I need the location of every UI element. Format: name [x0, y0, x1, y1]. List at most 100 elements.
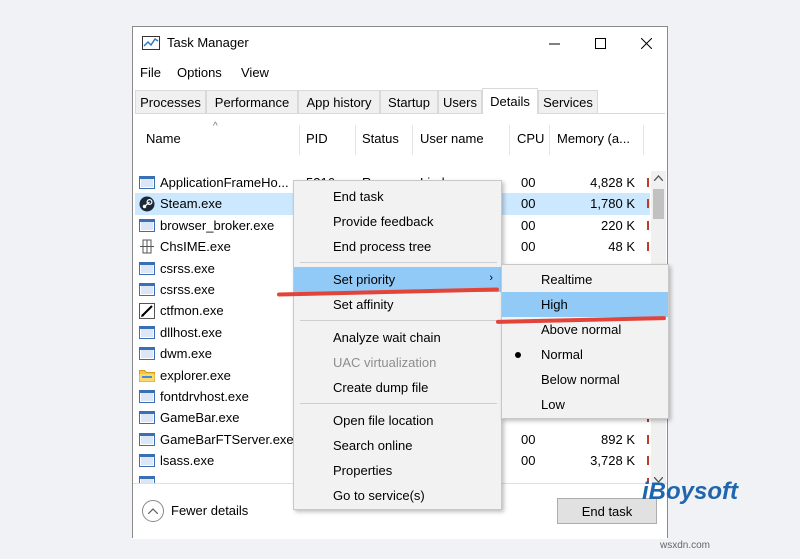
cell-name: ApplicationFrameHo... [160, 175, 289, 190]
cell-name: ctfmon.exe [160, 303, 224, 319]
window-title: Task Manager [167, 35, 249, 50]
menu-separator [300, 320, 497, 321]
cell-name: dwm.exe [160, 346, 213, 362]
menu-options[interactable]: Options [177, 65, 222, 80]
tab-services[interactable]: Services [538, 90, 598, 113]
folder-icon [139, 368, 155, 383]
col-status[interactable]: Status [362, 131, 399, 146]
scroll-up-icon[interactable] [654, 175, 663, 181]
tab-bar: Processes Performance App history Startu… [135, 88, 665, 114]
close-button[interactable] [623, 27, 669, 59]
menu-create-dump-file[interactable]: Create dump file [294, 375, 501, 400]
priority-below-normal[interactable]: Below normal [502, 367, 668, 392]
cell-cpu: 00 [521, 217, 536, 233]
priority-realtime[interactable]: Realtime [502, 267, 668, 292]
steam-icon [139, 196, 155, 212]
fewer-details-button[interactable] [142, 500, 164, 522]
menu-separator [300, 403, 497, 404]
cell-memory: 220 K [601, 217, 635, 233]
close-icon [640, 37, 652, 49]
cell-cpu: 00 [521, 453, 536, 469]
priority-high[interactable]: High [502, 292, 668, 317]
vertical-scroll-thumb[interactable] [653, 189, 664, 219]
menu-provide-feedback[interactable]: Provide feedback [294, 209, 501, 234]
menu-item-label: Properties [333, 463, 393, 478]
overflow-column-marker [647, 199, 649, 209]
cell-name: explorer.exe [160, 367, 231, 383]
priority-low[interactable]: Low [502, 392, 668, 417]
app-icon [139, 282, 155, 297]
menu-item-label: Search online [333, 438, 413, 453]
menu-go-to-services[interactable]: Go to service(s) [294, 483, 501, 508]
menu-open-file-location[interactable]: Open file location [294, 408, 501, 433]
menu-item-label: Below normal [541, 372, 620, 387]
tab-processes[interactable]: Processes [135, 90, 206, 113]
app-icon [139, 218, 155, 233]
cell-cpu: 00 [521, 196, 536, 212]
col-cpu[interactable]: CPU [517, 131, 544, 146]
tab-startup[interactable]: Startup [380, 90, 438, 113]
priority-normal[interactable]: Normal [502, 342, 668, 367]
overflow-column-marker [647, 434, 649, 444]
app-icon [139, 453, 155, 468]
menu-file[interactable]: File [140, 65, 161, 80]
menu-search-online[interactable]: Search online [294, 433, 501, 458]
minimize-button[interactable] [531, 27, 577, 59]
menu-item-label: Open file location [333, 413, 434, 428]
menu-analyze-wait-chain[interactable]: Analyze wait chain [294, 325, 501, 350]
radio-selected-icon [515, 352, 521, 358]
cell-name: csrss.exe [160, 260, 215, 276]
task-manager-icon [142, 36, 160, 50]
tab-details[interactable]: Details [482, 88, 538, 114]
ctfmon-icon [139, 303, 155, 320]
menu-uac-virtualization: UAC virtualization [294, 350, 501, 375]
menu-properties[interactable]: Properties [294, 458, 501, 483]
app-icon [139, 410, 155, 425]
overflow-column-marker [647, 178, 649, 187]
app-icon [139, 389, 155, 404]
menu-bar: File Options View [133, 62, 667, 84]
menu-item-label: Above normal [541, 322, 622, 337]
cell-name: fontdrvhost.exe [160, 389, 249, 404]
menu-item-label: End task [333, 189, 384, 204]
minimize-icon [548, 43, 560, 44]
tab-users[interactable]: Users [438, 90, 482, 113]
ime-icon [139, 239, 155, 254]
watermark: wsxdn.com [660, 540, 711, 551]
chevron-up-icon [148, 508, 158, 514]
cell-name: browser_broker.exe [160, 217, 275, 233]
chevron-right-icon: › [489, 272, 493, 284]
cell-memory: 892 K [601, 431, 635, 447]
col-memory[interactable]: Memory (a... [557, 131, 641, 146]
cell-cpu: 00 [521, 239, 536, 255]
tab-performance[interactable]: Performance [206, 90, 298, 113]
cell-memory: 3,728 K [590, 453, 635, 469]
cell-name: GameBar.exe [160, 410, 240, 426]
menu-view[interactable]: View [241, 65, 269, 80]
maximize-button[interactable] [577, 27, 623, 59]
menu-item-label: Provide feedback [333, 214, 434, 229]
cell-name: lsass.exe [160, 453, 215, 469]
cell-name: ChsIME.exe [160, 239, 231, 255]
cell-name: dllhost.exe [160, 324, 223, 340]
col-user-name[interactable]: User name [420, 131, 484, 146]
menu-set-affinity[interactable]: Set affinity [294, 292, 501, 317]
overflow-column-marker [647, 242, 649, 252]
iboysoft-logo: iBoysoft [642, 478, 738, 505]
menu-item-label: Low [541, 397, 565, 412]
cell-cpu: 00 [521, 175, 536, 190]
cell-memory: 48 K [608, 239, 635, 255]
menu-item-label: Set affinity [333, 297, 394, 312]
app-icon [139, 175, 155, 190]
menu-item-label: UAC virtualization [333, 355, 437, 370]
menu-item-label: High [541, 297, 568, 312]
tab-app-history[interactable]: App history [298, 90, 380, 113]
app-icon [139, 346, 155, 361]
menu-end-process-tree[interactable]: End process tree [294, 234, 501, 259]
col-pid[interactable]: PID [306, 131, 328, 146]
menu-item-label: Create dump file [333, 380, 429, 395]
menu-end-task[interactable]: End task [294, 184, 501, 209]
overflow-column-marker [647, 220, 649, 230]
col-name[interactable]: Name [146, 131, 181, 146]
fewer-details-link[interactable]: Fewer details [171, 503, 248, 518]
